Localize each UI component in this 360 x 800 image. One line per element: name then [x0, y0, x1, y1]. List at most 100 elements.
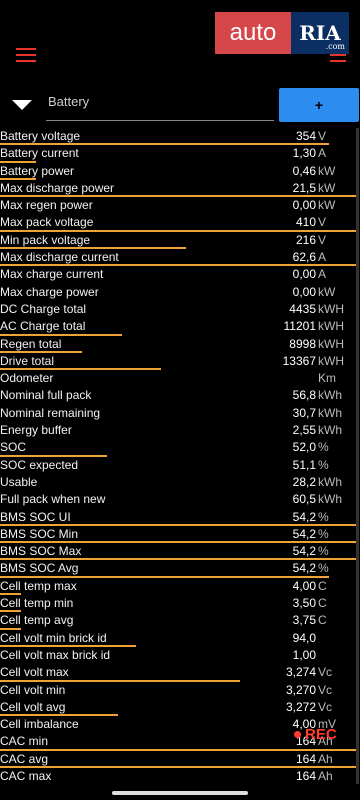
metric-row[interactable]: Energy buffer 2,55 kWh — [0, 422, 358, 439]
metric-label: Usable — [0, 474, 38, 489]
metric-label: Nominal full pack — [0, 388, 92, 403]
metric-row[interactable]: CAC avg 164 Ah — [0, 751, 358, 768]
metric-unit: C — [318, 578, 327, 593]
metric-label: Cell imbalance — [0, 717, 79, 732]
metric-label: SOC expected — [0, 457, 79, 472]
metric-value: 0,46 — [292, 163, 316, 178]
metric-unit: kWh — [318, 474, 342, 489]
metric-unit: Vc — [318, 699, 333, 714]
metric-value: 3,270 — [285, 682, 316, 697]
metric-unit: kWH — [318, 319, 344, 334]
metric-label: Cell volt min brick id — [0, 630, 107, 645]
metric-label: Cell volt max — [0, 665, 69, 680]
metric-row[interactable]: Max pack voltage 410 V — [0, 214, 358, 232]
metric-unit: kWH — [318, 301, 344, 316]
metric-label: Cell temp max — [0, 578, 77, 593]
metric-unit: V — [318, 129, 327, 143]
metric-unit: % — [318, 544, 329, 559]
rec-label: REC — [305, 726, 337, 743]
metric-row[interactable]: AC Charge total 11201 kWH — [0, 318, 358, 336]
record-dot-icon — [294, 731, 301, 738]
metric-value: 21,5 — [292, 180, 316, 195]
metric-row[interactable]: Cell volt min brick id 94,0 — [0, 630, 358, 647]
metric-unit: Vc — [318, 665, 333, 680]
metric-row[interactable]: Max regen power 0,00 kW — [0, 197, 358, 214]
metric-label: Max regen power — [0, 198, 93, 213]
dropdown-arrow-icon[interactable] — [12, 100, 32, 110]
metric-row[interactable]: Regen total 8998 kWH — [0, 336, 358, 353]
metric-unit: % — [318, 509, 329, 524]
metric-value: 3,50 — [292, 596, 316, 611]
metric-row[interactable]: Max discharge current 62,6 A — [0, 249, 358, 267]
metric-label: Max charge power — [0, 284, 99, 299]
metric-row[interactable]: CAC max 164 Ah — [0, 768, 358, 785]
add-button[interactable]: + — [279, 88, 359, 122]
metric-unit: kW — [318, 163, 336, 178]
metric-row[interactable]: Drive total 13367 kWH — [0, 353, 358, 371]
metric-row[interactable]: Max charge power 0,00 kW — [0, 284, 358, 301]
metric-row[interactable]: Cell volt avg 3,272 Vc — [0, 699, 358, 717]
metric-row[interactable]: BMS SOC Avg 54,2% — [0, 560, 358, 578]
metric-label: CAC avg — [0, 751, 49, 766]
metric-value: 3,272 — [285, 699, 316, 714]
metric-value: 54,2 — [292, 526, 316, 541]
metric-value: 56,8 — [292, 388, 316, 403]
metric-label: DC Charge total — [0, 301, 87, 316]
metric-row[interactable]: SOC 52,0% — [0, 439, 358, 457]
metric-row[interactable]: Battery voltage 354 V — [0, 128, 358, 146]
metric-row[interactable]: Nominal full pack 56,8 kWh — [0, 387, 358, 404]
metric-value: 13367 — [282, 353, 316, 368]
metric-unit: kWh — [318, 492, 342, 507]
metric-value: 1,30 — [292, 146, 316, 161]
metric-label: Cell volt avg — [0, 699, 66, 714]
metric-unit: kW — [318, 198, 336, 213]
menu-icon[interactable] — [16, 48, 36, 62]
metric-row[interactable]: Cell temp max 4,00 C — [0, 578, 358, 596]
metric-label: Regen total — [0, 336, 62, 351]
metric-value: 54,2 — [292, 561, 316, 576]
metric-value: 0,00 — [292, 267, 316, 282]
metric-row[interactable]: SOC expected 51,1% — [0, 457, 358, 474]
metric-label: Full pack when new — [0, 492, 106, 507]
metric-row[interactable]: Battery current 1,30 A — [0, 145, 358, 163]
metric-row[interactable]: Max charge current 0,00 A — [0, 266, 358, 283]
metric-value: 354 — [295, 129, 316, 143]
home-indicator[interactable] — [112, 791, 248, 795]
metric-label: AC Charge total — [0, 319, 86, 334]
metric-label: Cell volt max brick id — [0, 647, 111, 662]
metric-unit: A — [318, 267, 327, 282]
metric-value: 1,00 — [292, 647, 316, 662]
metric-label: BMS SOC Min — [0, 526, 79, 541]
metric-row[interactable]: Cell volt max brick id 1,00 — [0, 647, 358, 664]
metric-label: Max pack voltage — [0, 215, 94, 230]
metric-unit: kWh — [318, 405, 342, 420]
metric-label: BMS SOC Avg — [0, 561, 79, 576]
metric-row[interactable]: DC Charge total 4435 kWH — [0, 301, 358, 318]
metric-row[interactable]: Cell volt max 3,274 Vc — [0, 664, 358, 682]
metric-row[interactable]: Odometer Km — [0, 370, 358, 387]
metric-row[interactable]: Full pack when new 60,5 kWh — [0, 491, 358, 508]
filter-input[interactable]: Battery — [46, 88, 274, 121]
metric-row[interactable]: Max discharge power 21,5 kW — [0, 180, 358, 198]
metric-label: SOC — [0, 440, 27, 455]
metric-value: 216 — [295, 232, 316, 247]
metric-row[interactable]: BMS SOC UI 54,2% — [0, 509, 358, 526]
metric-row[interactable]: Cell temp min 3,50 C — [0, 595, 358, 613]
metric-row[interactable]: Min pack voltage 216 V — [0, 232, 358, 250]
metric-row[interactable]: BMS SOC Max 54,2% — [0, 543, 358, 561]
metric-unit: V — [318, 232, 327, 247]
metric-row[interactable]: BMS SOC Min 54,2% — [0, 526, 358, 544]
metric-label: Energy buffer — [0, 423, 72, 438]
auto-ria-watermark-logo: auto RIA .com — [215, 12, 349, 54]
metric-row[interactable]: Usable 28,2 kWh — [0, 474, 358, 491]
metric-unit: % — [318, 526, 329, 541]
metric-value: 164 — [295, 768, 316, 783]
metric-value: 8998 — [289, 336, 316, 351]
metric-row[interactable]: Cell temp avg 3,75 C — [0, 612, 358, 630]
scrollbar[interactable] — [356, 128, 359, 784]
metric-label: Battery power — [0, 163, 75, 178]
metric-row[interactable]: Cell volt min 3,270 Vc — [0, 682, 358, 699]
metric-row[interactable]: Nominal remaining 30,7 kWh — [0, 405, 358, 422]
metric-value: 52,0 — [292, 440, 316, 455]
metric-row[interactable]: Battery power 0,46 kW — [0, 163, 358, 180]
